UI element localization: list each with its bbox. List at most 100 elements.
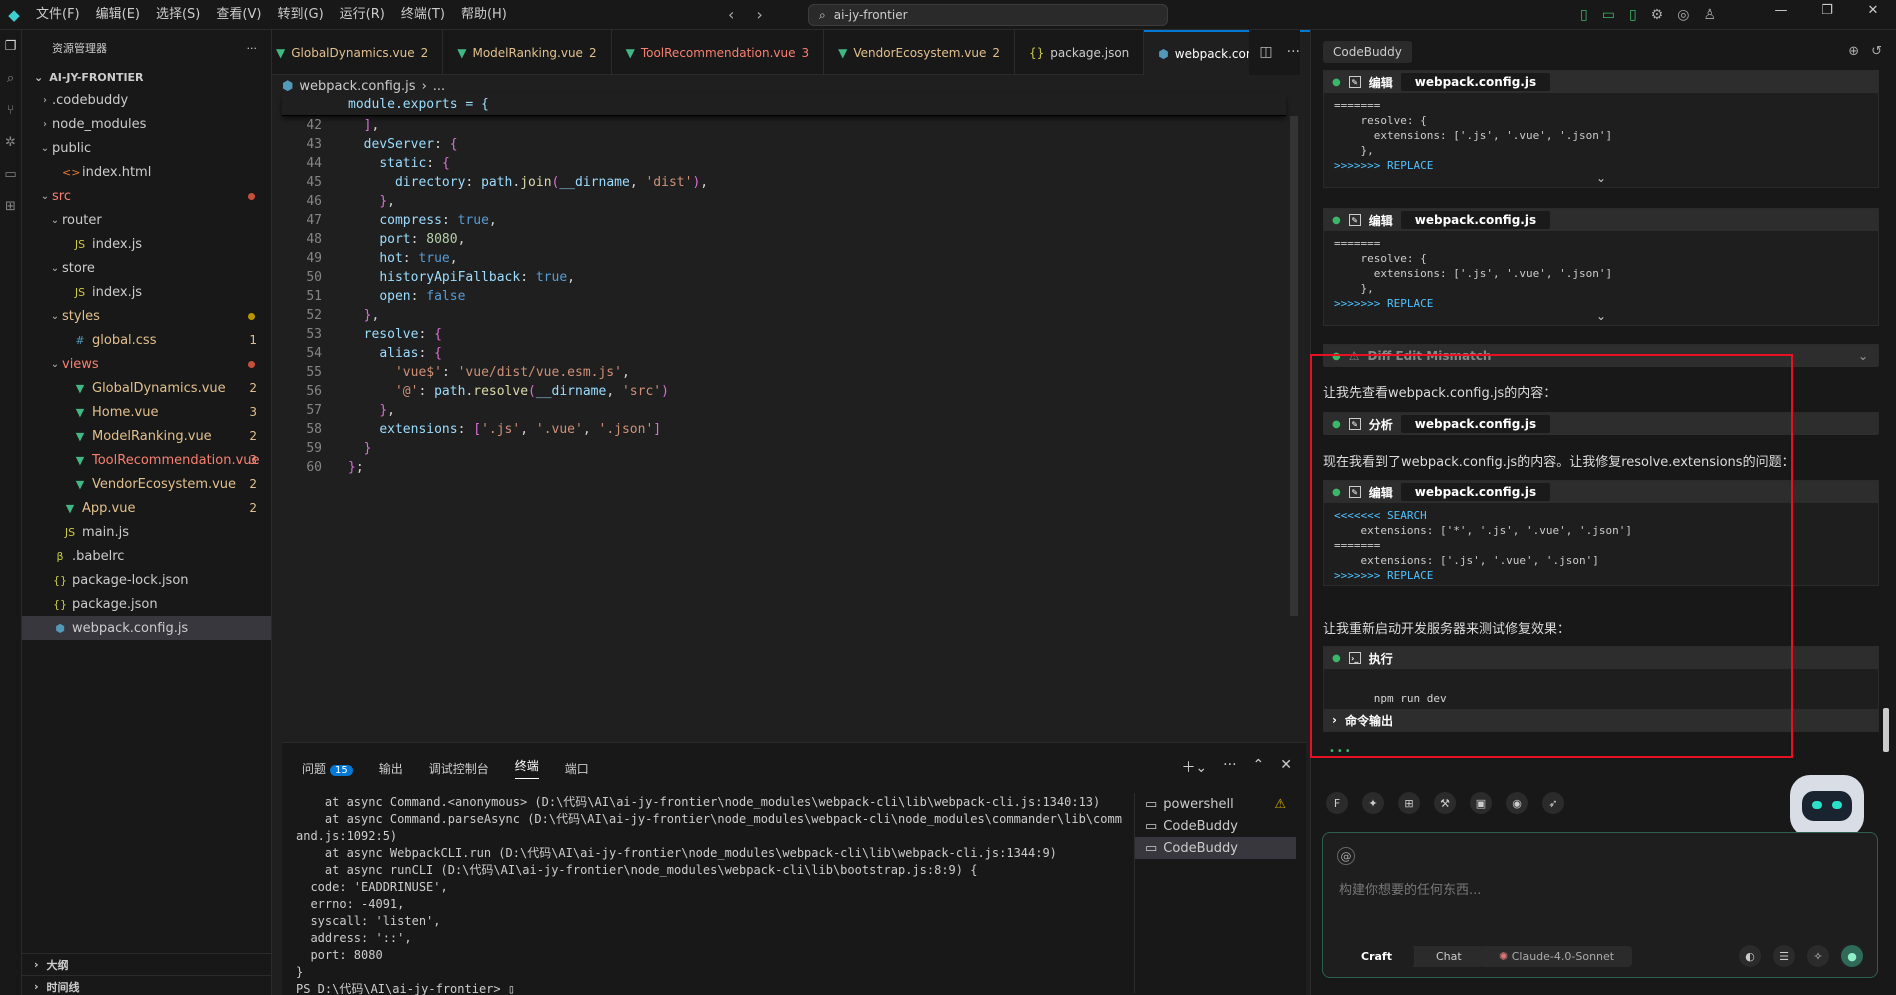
menu-item[interactable]: 选择(S) — [148, 0, 208, 30]
split-editor-icon[interactable]: ◫ — [1259, 30, 1272, 75]
terminal-instance[interactable]: ▭ CodeBuddy — [1135, 815, 1296, 837]
code-line[interactable]: 42 ], — [282, 116, 1286, 135]
remote-explorer-icon[interactable]: ▭ — [0, 158, 21, 190]
settings-gear-icon[interactable]: ⚙ — [1651, 0, 1664, 30]
tree-item[interactable]: β .babelrc — [22, 544, 271, 568]
code-line[interactable]: 48 port: 8080, — [282, 230, 1286, 249]
close-window-icon[interactable]: ✕ — [1850, 0, 1896, 22]
terminal-instance[interactable]: ▭ powershell ⚠ — [1135, 793, 1296, 815]
mention-icon[interactable]: @ — [1337, 847, 1355, 865]
tree-item[interactable]: ▼ Home.vue 3 — [22, 400, 271, 424]
more-actions-icon[interactable]: ··· — [247, 42, 258, 55]
code-editor[interactable]: 42 ], 43 devServer: {44 static: {45 direc… — [282, 116, 1286, 477]
code-line[interactable]: 56 '@': path.resolve(__dirname, 'src') — [282, 382, 1286, 401]
tree-item[interactable]: ▼ GlobalDynamics.vue 2 — [22, 376, 271, 400]
maximize-panel-icon[interactable]: ⌃ — [1253, 757, 1265, 777]
editor-tab[interactable]: ▼ GlobalDynamics.vue 2 — [272, 30, 444, 75]
editor-tab[interactable]: ▼ ToolRecommendation.vue 3 — [612, 30, 825, 75]
code-line[interactable]: 51 open: false — [282, 287, 1286, 306]
code-line[interactable]: 52 }, — [282, 306, 1286, 325]
palette-icon[interactable]: ◐ — [1739, 945, 1761, 967]
tree-item[interactable]: JS index.js — [22, 280, 271, 304]
mode-craft[interactable]: Craft — [1339, 946, 1414, 967]
menu-item[interactable]: 帮助(H) — [453, 0, 515, 30]
restore-icon[interactable]: ❐ — [1804, 0, 1850, 22]
components-icon[interactable]: ⊞ — [1398, 792, 1420, 814]
code-line[interactable]: 59 } — [282, 439, 1286, 458]
code-line[interactable]: 47 compress: true, — [282, 211, 1286, 230]
editor-tab[interactable]: ▼ ModelRanking.vue 2 — [443, 30, 612, 75]
codebuddy-tab[interactable]: CodeBuddy — [1323, 41, 1412, 63]
tree-item[interactable]: ▼ ModelRanking.vue 2 — [22, 424, 271, 448]
tree-item[interactable]: ▼ App.vue 2 — [22, 496, 271, 520]
workspace-root[interactable]: ⌄ AI-JY-FRONTIER — [22, 66, 271, 88]
preview-icon[interactable]: ◉ — [1506, 792, 1528, 814]
panel-tab[interactable]: 调试控制台 — [429, 760, 489, 777]
rules-icon[interactable]: ☰ — [1773, 945, 1795, 967]
code-line[interactable]: 46 }, — [282, 192, 1286, 211]
editor-tab[interactable]: {} package.json — [1015, 30, 1145, 75]
minimize-icon[interactable]: — — [1758, 0, 1804, 22]
chat-input-box[interactable]: @ 构建你想要的任何东西... Craft Chat ✺ Claude-4.0-… — [1322, 832, 1878, 978]
codebuddy-scrollbar[interactable] — [1883, 70, 1889, 754]
code-line[interactable]: 44 static: { — [282, 154, 1286, 173]
tree-item[interactable]: ⌄ views — [22, 352, 271, 376]
terminal-instance[interactable]: ▭ CodeBuddy — [1135, 837, 1296, 859]
toggle-panel-icon[interactable]: ▭ — [1602, 0, 1615, 30]
code-line[interactable]: 53 resolve: { — [282, 325, 1286, 344]
close-panel-icon[interactable]: ✕ — [1280, 757, 1292, 777]
debug-icon[interactable]: ✲ — [0, 126, 21, 158]
tree-item[interactable]: ▼ ToolRecommendation.vue 3 — [22, 448, 271, 472]
panel-tab[interactable]: 端口 — [565, 760, 589, 777]
search-view-icon[interactable]: ⌕ — [0, 62, 21, 94]
account-icon[interactable]: ♙ — [1703, 0, 1716, 30]
tree-item[interactable]: JS index.js — [22, 232, 271, 256]
timeline-section[interactable]: › 时间线 — [22, 975, 272, 995]
send-icon[interactable]: ● — [1841, 945, 1863, 967]
menu-item[interactable]: 转到(G) — [269, 0, 331, 30]
code-line[interactable]: 49 hot: true, — [282, 249, 1286, 268]
tree-item[interactable]: ⌄ styles — [22, 304, 271, 328]
deploy-icon[interactable]: ➶ — [1542, 792, 1564, 814]
tree-item[interactable]: ⌄ public — [22, 136, 271, 160]
tree-item[interactable]: ⌄ store — [22, 256, 271, 280]
terminal-output[interactable]: at async Command.<anonymous> (D:\代码\AI\a… — [296, 793, 1126, 995]
card-file[interactable]: webpack.config.js — [1400, 211, 1551, 229]
menu-item[interactable]: 查看(V) — [208, 0, 269, 30]
code-line[interactable]: 50 historyApiFallback: true, — [282, 268, 1286, 287]
tree-item[interactable]: {} package.json — [22, 592, 271, 616]
code-line[interactable]: 43 devServer: { — [282, 135, 1286, 154]
enhance-icon[interactable]: ✧ — [1807, 945, 1829, 967]
tree-item[interactable]: # global.css 1 — [22, 328, 271, 352]
outline-section[interactable]: › 大纲 — [22, 953, 272, 975]
more-actions-icon[interactable]: ··· — [1223, 757, 1236, 777]
forward-arrow-icon[interactable]: › — [756, 0, 762, 30]
tree-item[interactable]: ⬢ webpack.config.js — [22, 616, 271, 640]
toggle-secondary-sidebar-icon[interactable]: ▯ — [1629, 0, 1637, 30]
history-icon[interactable]: ↺ — [1871, 44, 1882, 59]
new-chat-icon[interactable]: ⊕ — [1848, 44, 1859, 59]
code-line[interactable]: 55 'vue$': 'vue/dist/vue.esm.js', — [282, 363, 1286, 382]
tree-item[interactable]: {} package-lock.json — [22, 568, 271, 592]
command-center-search[interactable]: ⌕ ai-jy-frontier — [808, 4, 1168, 26]
editor-scrollbar[interactable] — [1290, 116, 1298, 616]
explorer-icon[interactable]: ❐ — [0, 30, 21, 62]
menu-item[interactable]: 文件(F) — [28, 0, 88, 30]
card-file[interactable]: webpack.config.js — [1400, 73, 1551, 91]
integrations-icon[interactable]: ✦ — [1362, 792, 1384, 814]
chat-input-placeholder[interactable]: 构建你想要的任何东西... — [1339, 879, 1481, 898]
code-line[interactable]: 57 }, — [282, 401, 1286, 420]
breadcrumb-file[interactable]: webpack.config.js — [299, 79, 415, 94]
tree-item[interactable]: <> index.html — [22, 160, 271, 184]
editor-tab[interactable]: ▼ VendorEcosystem.vue 2 — [824, 30, 1015, 75]
model-selector[interactable]: ✺ Claude-4.0-Sonnet — [1481, 946, 1633, 967]
source-control-icon[interactable]: ⑂ — [0, 94, 21, 126]
panel-tab[interactable]: 问题 15 — [302, 760, 353, 777]
menu-item[interactable]: 运行(R) — [332, 0, 393, 30]
new-terminal-icon[interactable]: ＋⌄ — [1181, 757, 1207, 777]
tree-item[interactable]: › .codebuddy — [22, 88, 271, 112]
menu-item[interactable]: 编辑(E) — [88, 0, 148, 30]
mode-chat[interactable]: Chat — [1414, 946, 1484, 967]
code-line[interactable]: 60}; — [282, 458, 1286, 477]
tree-item[interactable]: JS main.js — [22, 520, 271, 544]
